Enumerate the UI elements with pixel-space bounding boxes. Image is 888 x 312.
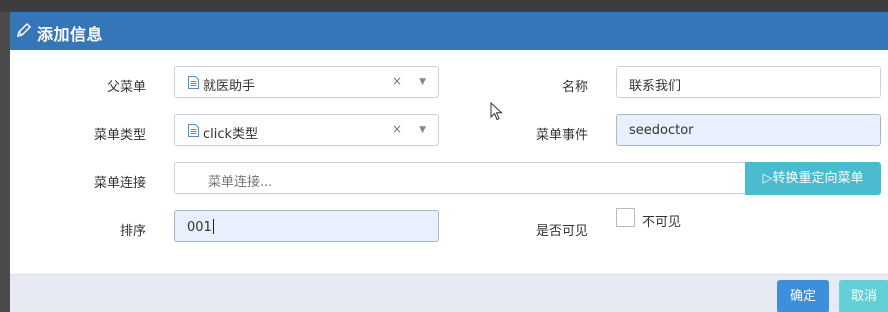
menu-link-label: 菜单连接 xyxy=(93,176,146,191)
menu-link-input[interactable]: 菜单连接... xyxy=(174,162,746,194)
convert-redirect-button[interactable]: ▷转换重定向菜单 xyxy=(745,162,881,195)
sort-label: 排序 xyxy=(119,224,146,239)
name-value: 联系我们 xyxy=(629,79,682,94)
mouse-pointer-icon xyxy=(490,102,503,121)
dialog-titlebar: 添加信息 xyxy=(10,12,888,50)
sort-value: 001 xyxy=(187,220,212,235)
confirm-button[interactable]: 确定 xyxy=(777,280,829,312)
clear-icon[interactable]: × xyxy=(392,74,402,88)
name-label: 名称 xyxy=(561,80,588,95)
dialog-title: 添加信息 xyxy=(37,25,104,44)
menu-type-select[interactable]: click类型 × ▼ xyxy=(174,114,439,146)
menu-event-value: seedoctor xyxy=(629,123,694,138)
parent-menu-label: 父菜单 xyxy=(106,80,146,95)
page-backdrop xyxy=(0,0,888,12)
pencil-icon xyxy=(16,22,32,38)
parent-menu-select[interactable]: 就医助手 × ▼ xyxy=(174,66,439,98)
menu-type-label: 菜单类型 xyxy=(93,128,146,143)
visible-label: 是否可见 xyxy=(535,224,588,239)
dialog-footer xyxy=(10,274,888,312)
parent-menu-value: 就医助手 xyxy=(203,79,256,94)
text-caret xyxy=(212,219,214,234)
invisible-checkbox-label[interactable]: 不可见 xyxy=(642,211,681,230)
add-info-dialog: 添加信息 父菜单 就医助手 × ▼ 名称 联系我们 菜单类型 click类型 ×… xyxy=(10,12,888,312)
document-icon xyxy=(188,76,199,89)
menu-link-placeholder: 菜单连接... xyxy=(208,175,273,190)
sort-input[interactable]: 001 xyxy=(174,210,439,242)
chevron-down-icon[interactable]: ▼ xyxy=(419,77,426,87)
menu-event-label: 菜单事件 xyxy=(535,128,588,143)
document-icon xyxy=(188,124,199,137)
cancel-button[interactable]: 取消 xyxy=(839,280,888,312)
menu-event-input[interactable]: seedoctor xyxy=(616,114,881,146)
chevron-down-icon[interactable]: ▼ xyxy=(419,125,426,135)
menu-type-value: click类型 xyxy=(203,127,259,142)
clear-icon[interactable]: × xyxy=(392,122,402,136)
name-input[interactable]: 联系我们 xyxy=(616,66,881,98)
invisible-checkbox[interactable] xyxy=(616,208,635,227)
